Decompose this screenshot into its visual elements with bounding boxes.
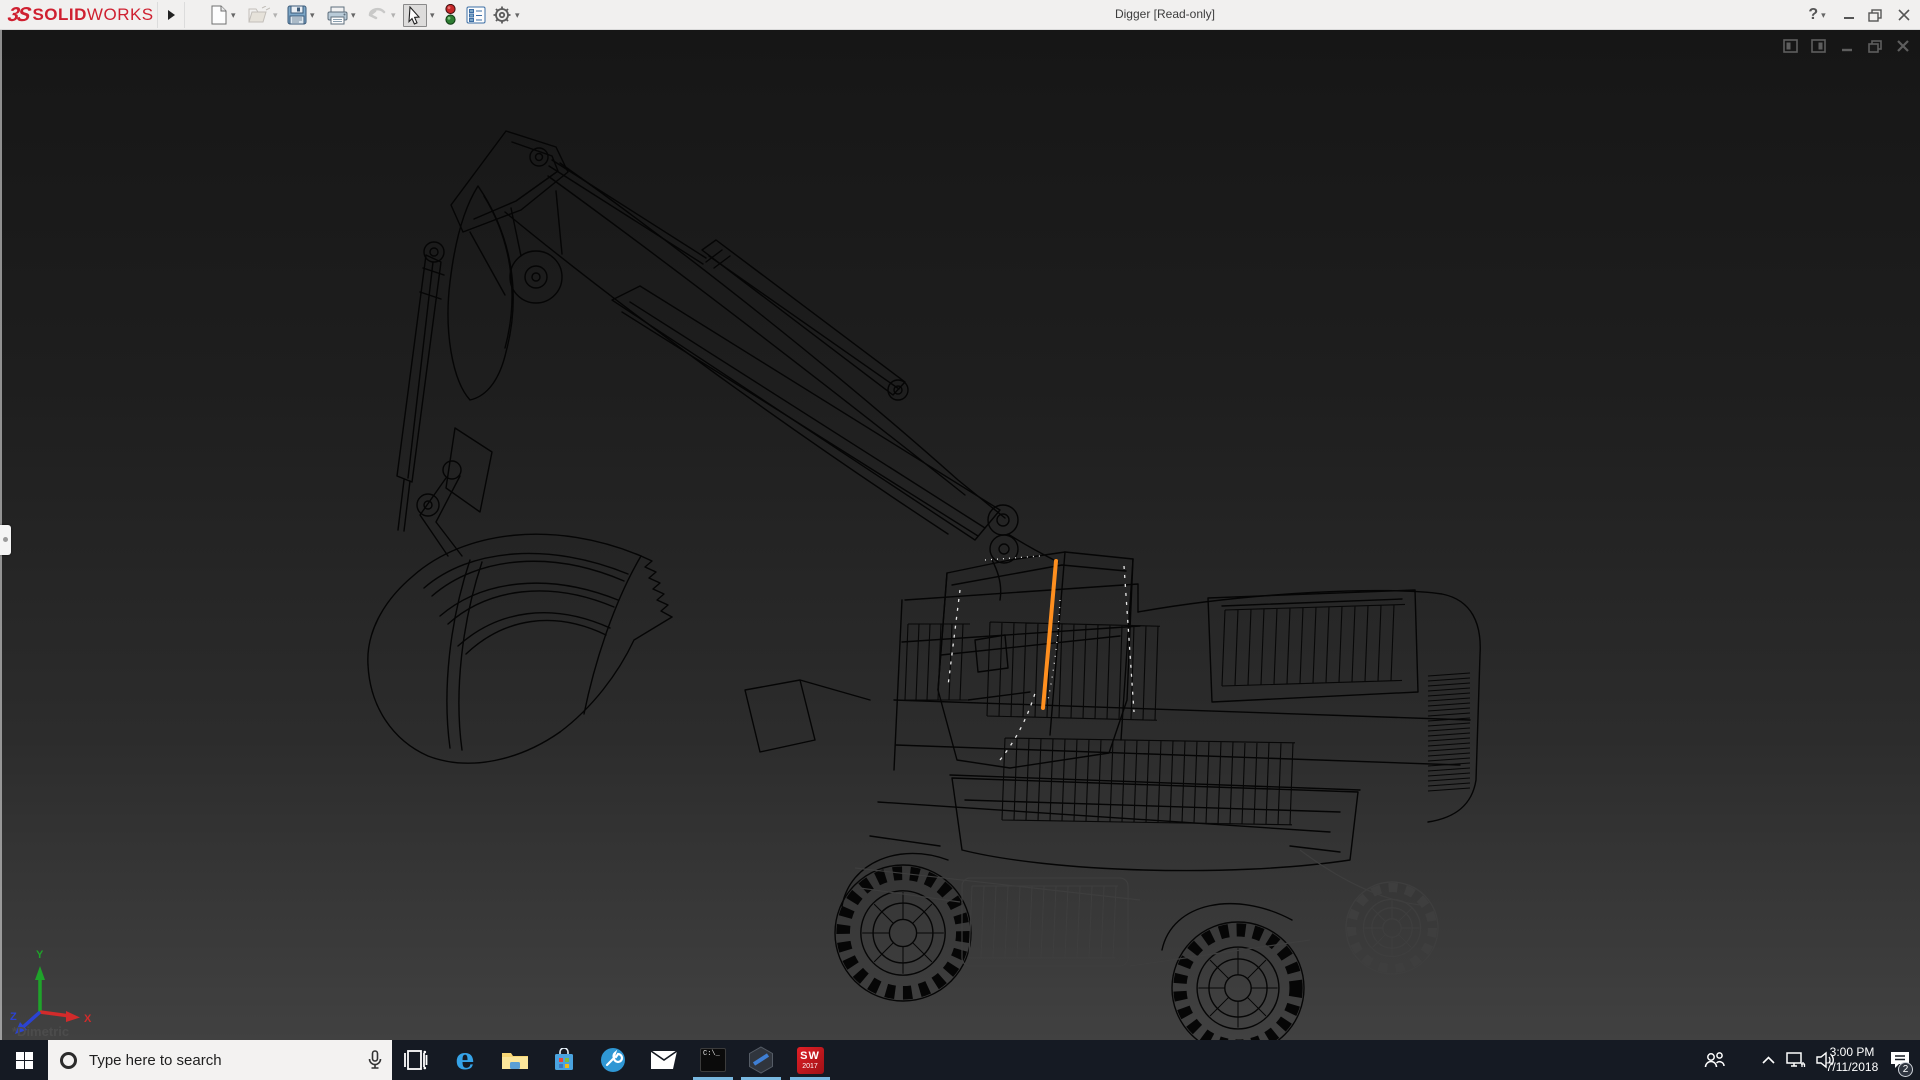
chevron-up-icon <box>1762 1056 1775 1064</box>
tray-overflow-button[interactable] <box>1755 1040 1781 1080</box>
triad-z-label: Z <box>10 1011 17 1023</box>
close-icon <box>1898 9 1910 21</box>
edge-icon: e <box>455 1046 474 1074</box>
notification-badge: 2 <box>1898 1062 1913 1077</box>
file-explorer-button[interactable] <box>492 1040 538 1080</box>
network-icon <box>1786 1051 1806 1069</box>
select-cursor-icon <box>406 6 424 25</box>
taskbar-search-input[interactable]: Type here to search <box>48 1040 392 1080</box>
search-placeholder: Type here to search <box>89 1052 222 1069</box>
radiator-coil <box>1428 673 1470 791</box>
help-tool-button[interactable] <box>590 1040 636 1080</box>
print-icon <box>327 6 348 25</box>
open-document-button[interactable]: ▾ <box>248 3 278 27</box>
restore-icon <box>1868 9 1882 22</box>
toolbar-separator <box>157 2 158 28</box>
mail-icon <box>650 1050 678 1070</box>
brand-works-text: WORKS <box>87 5 154 25</box>
display-pane-button[interactable] <box>466 3 486 27</box>
open-dropdown-caret[interactable]: ▾ <box>273 10 278 21</box>
people-icon <box>1703 1051 1725 1069</box>
print-button[interactable]: ▾ <box>327 3 356 27</box>
help-icon: ? <box>1808 6 1818 24</box>
digger-wireframe-model[interactable] <box>0 30 1920 1040</box>
mail-button[interactable] <box>641 1040 687 1080</box>
menu-flyout-button[interactable] <box>162 2 180 28</box>
view-orientation-label: *Dimetric <box>12 1024 69 1039</box>
gear-icon <box>492 5 512 25</box>
solidworks-2017-button[interactable]: SW 2017 <box>787 1040 833 1080</box>
rebuild-button[interactable] <box>444 3 457 27</box>
wrench-circle-icon <box>600 1047 626 1073</box>
toolbar-separator <box>184 2 185 28</box>
help-button[interactable]: ? ▾ <box>1802 0 1832 30</box>
help-dropdown-caret[interactable]: ▾ <box>1821 10 1826 21</box>
graphics-viewport[interactable]: Y X Z *Dimetric <box>0 30 1920 1040</box>
minimize-icon <box>1843 9 1855 21</box>
close-button[interactable] <box>1890 0 1918 30</box>
command-prompt-button[interactable]: C:\_ <box>690 1040 736 1080</box>
traffic-light-icon <box>444 4 457 26</box>
mid-grille <box>987 622 1160 720</box>
save-icon <box>287 5 307 25</box>
sw-letters: SW <box>797 1047 824 1063</box>
solidworks-logo: 3S SOLIDWORKS <box>8 3 154 27</box>
brand-solid-text: SOLID <box>32 5 86 25</box>
flyout-arrow-icon <box>168 10 175 20</box>
taskbar-clock[interactable]: 3:00 PM 7/11/2018 <box>1822 1040 1882 1080</box>
options-dropdown-caret[interactable]: ▾ <box>515 10 520 21</box>
new-document-button[interactable]: ▾ <box>210 3 236 27</box>
select-tool-button[interactable]: ▾ <box>403 3 435 27</box>
save-button[interactable]: ▾ <box>287 3 315 27</box>
network-button[interactable] <box>1782 1040 1810 1080</box>
ds-logo-icon: 3S <box>6 4 31 27</box>
hidden-geometry <box>855 850 1420 966</box>
new-document-icon <box>210 5 228 25</box>
undo-icon <box>366 6 388 24</box>
hidden-grille <box>969 886 1118 958</box>
triad-x-label: X <box>84 1013 92 1025</box>
hexagon-app-button[interactable] <box>738 1040 784 1080</box>
save-dropdown-caret[interactable]: ▾ <box>310 10 315 21</box>
triad-y-label: Y <box>36 949 44 961</box>
minimize-button[interactable] <box>1836 0 1862 30</box>
sw-year: 2017 <box>797 1063 824 1070</box>
clock-time: 3:00 PM <box>1822 1045 1882 1060</box>
store-button[interactable] <box>541 1040 587 1080</box>
restore-button[interactable] <box>1862 0 1888 30</box>
task-view-icon <box>404 1049 428 1071</box>
windows-logo-icon <box>16 1052 33 1069</box>
display-pane-icon <box>466 6 486 24</box>
new-dropdown-caret[interactable]: ▾ <box>231 10 236 21</box>
task-view-button[interactable] <box>393 1040 439 1080</box>
clock-date: 7/11/2018 <box>1822 1060 1882 1075</box>
options-button[interactable]: ▾ <box>492 3 520 27</box>
cortana-icon <box>60 1052 77 1069</box>
undo-dropdown-caret[interactable]: ▾ <box>391 10 396 21</box>
solidworks-2017-icon: SW 2017 <box>797 1047 824 1074</box>
print-dropdown-caret[interactable]: ▾ <box>351 10 356 21</box>
file-explorer-icon <box>501 1049 529 1071</box>
store-icon <box>552 1048 576 1072</box>
start-button[interactable] <box>0 1040 48 1080</box>
title-bar: 3S SOLIDWORKS ▾ ▾ ▾ <box>0 0 1920 30</box>
open-document-icon <box>248 6 270 24</box>
far-side-wheel <box>1346 882 1438 974</box>
rear-right-wheel <box>1172 922 1304 1040</box>
undo-button[interactable]: ▾ <box>366 3 396 27</box>
people-button[interactable] <box>1698 1040 1730 1080</box>
engine-grille <box>1222 604 1405 686</box>
window-title: Digger [Read-only] <box>1020 7 1310 21</box>
command-prompt-icon: C:\_ <box>700 1048 726 1072</box>
hexagon-app-icon <box>747 1046 775 1074</box>
edge-button[interactable]: e <box>442 1040 488 1080</box>
microphone-icon[interactable] <box>368 1050 382 1070</box>
front-left-wheel <box>835 865 971 1001</box>
select-pressed-state <box>403 4 427 27</box>
select-dropdown-caret[interactable]: ▾ <box>430 10 435 21</box>
windows-taskbar: Type here to search e <box>0 1040 1920 1080</box>
